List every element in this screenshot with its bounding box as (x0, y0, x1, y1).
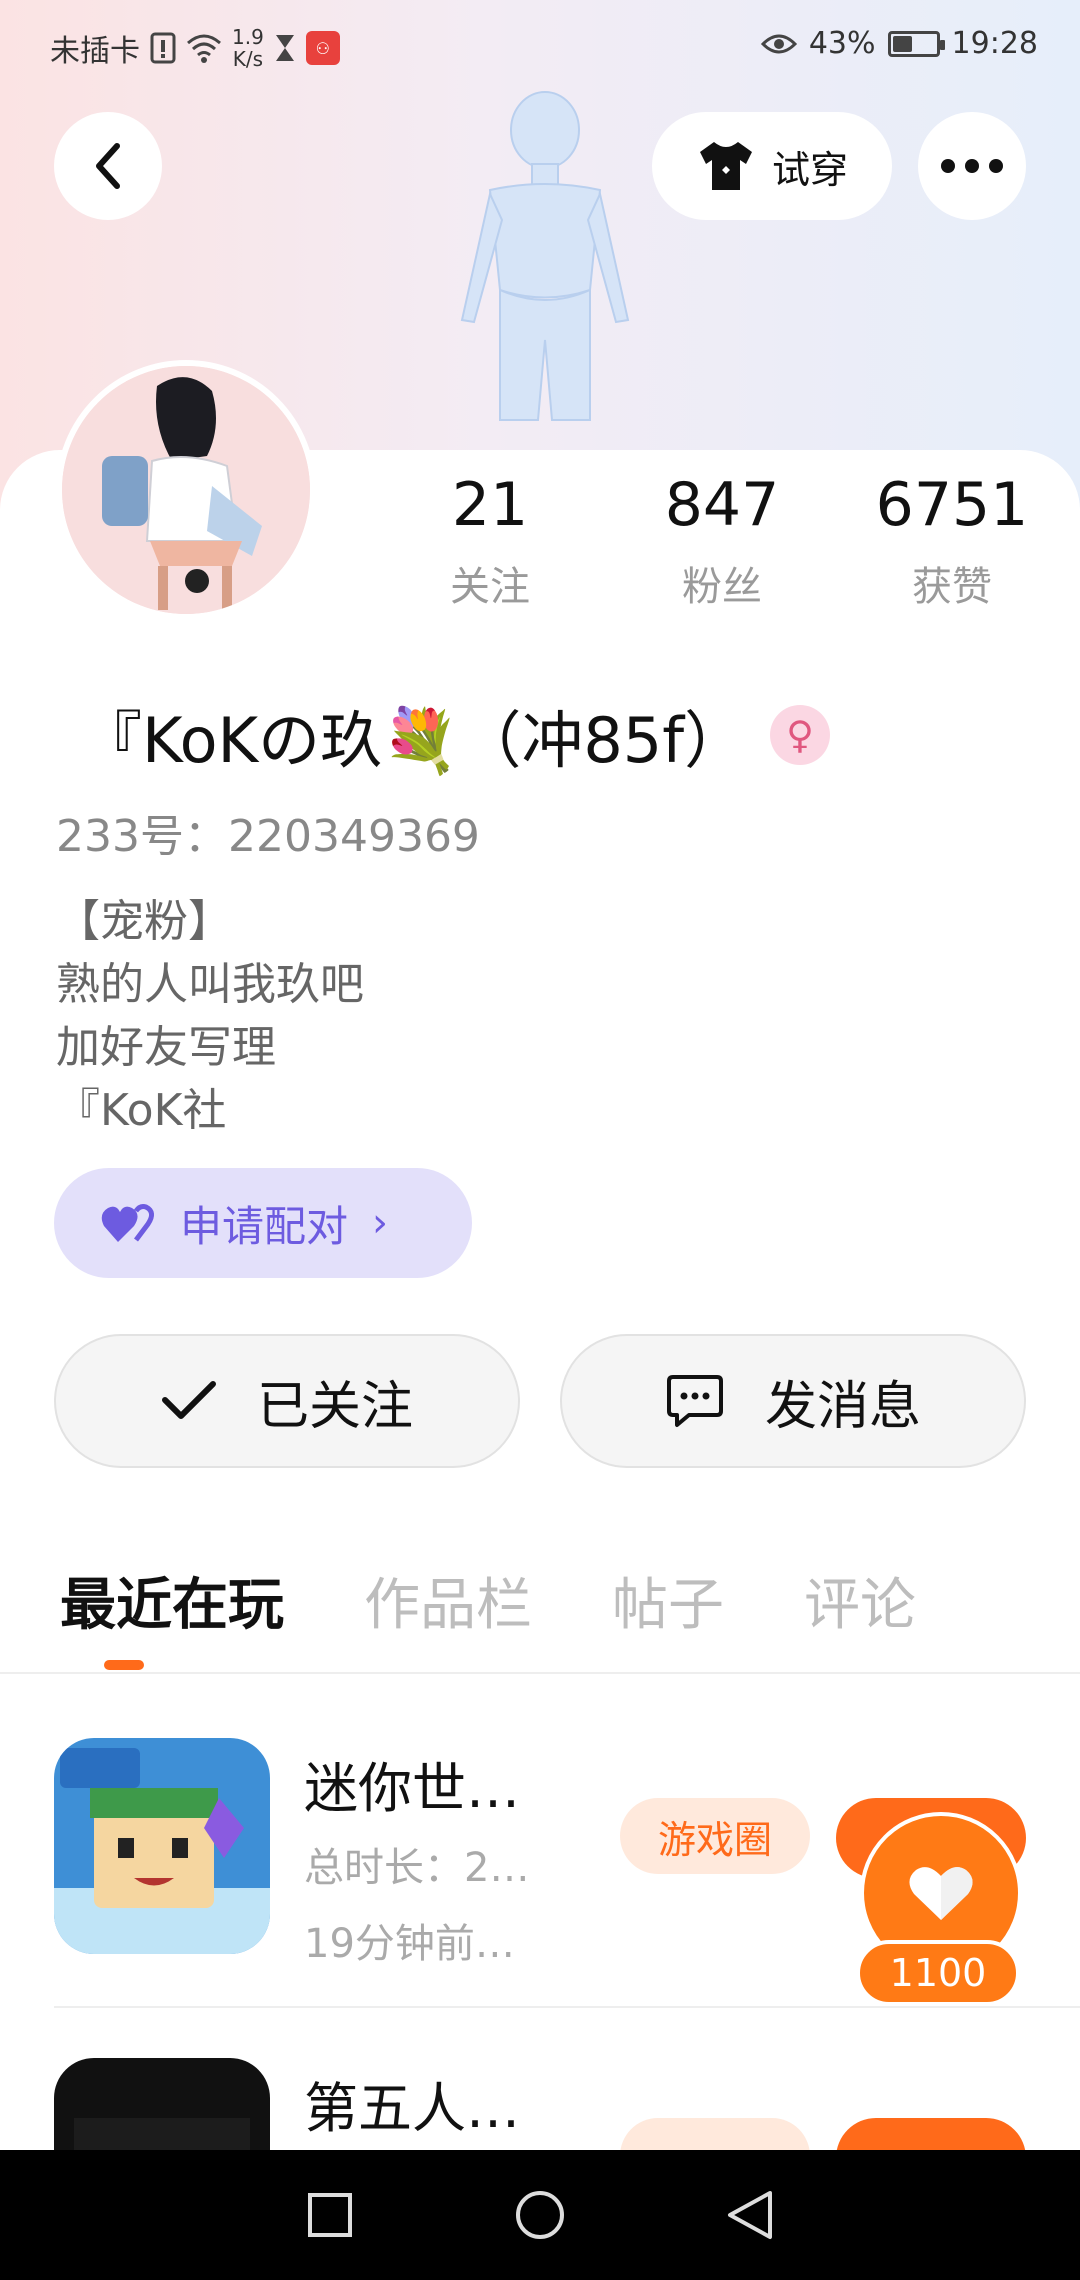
back-nav-icon[interactable] (726, 2189, 774, 2241)
status-bar: 未插卡 1.9 K/s ⚇ 43% 19:28 (0, 0, 1080, 92)
bio-line: 【宠粉】 (56, 896, 232, 947)
bio-line: 熟的人叫我玖吧 (56, 959, 364, 1010)
user-avatar[interactable] (56, 360, 316, 620)
chat-bubble-icon (666, 1375, 723, 1427)
back-button[interactable] (54, 112, 162, 220)
bio-line: 『KoK社 (56, 1085, 227, 1136)
send-message-label: 发消息 (764, 1376, 921, 1437)
like-count: 1100 (856, 1940, 1020, 2006)
chevron-left-icon (96, 143, 120, 189)
stat-likes-label: 获赞 (912, 564, 992, 610)
gender-female-icon: ♀ (770, 705, 831, 765)
more-dots-icon (941, 159, 1003, 173)
game-last-played: 19分钟前… (304, 1921, 515, 1967)
chevron-right-icon: › (372, 1200, 389, 1246)
speed-unit: K/s (232, 47, 264, 71)
stat-following-label: 关注 (450, 564, 530, 610)
double-heart-icon (101, 1204, 154, 1242)
status-left: 未插卡 1.9 K/s ⚇ (50, 26, 340, 70)
tshirt-icon (699, 142, 752, 190)
wifi-icon (187, 34, 221, 63)
game-total-time: 总时长：2… (304, 1845, 530, 1891)
system-nav-bar (0, 2150, 1080, 2280)
user-bio: 【宠粉】 熟的人叫我玖吧 加好友写理 『KoK社 (56, 890, 364, 1142)
stat-fans[interactable]: 847 粉丝 (622, 470, 822, 612)
stat-following[interactable]: 21 关注 (390, 470, 590, 612)
user-name: 『KoKの玖💐（冲85f） (80, 704, 747, 777)
try-on-button[interactable]: 试穿 (652, 112, 892, 220)
tab-comments[interactable]: 评论 (804, 1560, 916, 1650)
avatar-figure-illustration (460, 91, 630, 421)
stat-likes[interactable]: 6751 获赞 (852, 470, 1052, 612)
game-title: 第五人… (304, 2077, 520, 2140)
clock: 19:28 (951, 26, 1038, 61)
profile-tabs: 最近在玩 作品栏 帖子 评论 (60, 1560, 1040, 1650)
heart-icon (909, 1867, 973, 1920)
name-row: 『KoKの玖💐（冲85f） ♀ (80, 690, 831, 780)
network-speed: 1.9 K/s (232, 26, 264, 70)
game-icon-mini-world (54, 1738, 270, 1954)
home-icon[interactable] (514, 2189, 566, 2241)
eye-icon (760, 34, 797, 53)
tab-recently-played[interactable]: 最近在玩 (60, 1560, 284, 1650)
app-notification-icon: ⚇ (305, 31, 340, 65)
stat-likes-value: 6751 (875, 470, 1029, 540)
stat-fans-label: 粉丝 (682, 564, 762, 610)
game-meta: 总时长：2… 19分钟前… (304, 1830, 529, 1982)
carrier-text: 未插卡 (50, 34, 140, 69)
user-id: 233号：220349369 (56, 811, 480, 862)
tab-works[interactable]: 作品栏 (364, 1560, 532, 1650)
bio-line: 加好友写理 (56, 1022, 276, 1073)
stat-following-value: 21 (451, 470, 529, 540)
followed-button[interactable]: 已关注 (54, 1334, 520, 1468)
avatar-illustration (62, 366, 310, 614)
sim-alert-icon (150, 32, 176, 64)
more-button[interactable] (918, 112, 1026, 220)
tab-posts[interactable]: 帖子 (612, 1560, 724, 1650)
game-circle-button[interactable]: 游戏圈 (620, 1798, 810, 1874)
stat-fans-value: 847 (664, 470, 780, 540)
try-on-label: 试穿 (771, 147, 848, 192)
send-message-button[interactable]: 发消息 (560, 1334, 1026, 1468)
speed-value: 1.9 (232, 25, 264, 49)
battery-percent: 43% (808, 26, 876, 61)
recent-apps-icon[interactable] (306, 2191, 354, 2239)
battery-icon (887, 30, 945, 57)
apply-pair-button[interactable]: 申请配对 › (54, 1168, 472, 1278)
check-icon (161, 1381, 216, 1419)
tabs-divider (0, 1672, 1080, 1674)
apply-pair-label: 申请配对 (180, 1201, 349, 1251)
active-tab-indicator (104, 1660, 144, 1670)
followed-label: 已关注 (256, 1376, 413, 1437)
battery-fill (892, 35, 913, 52)
game-title: 迷你世… (304, 1757, 520, 1820)
floating-like-widget[interactable]: 1100 (856, 1812, 1026, 2012)
hourglass-icon (275, 35, 294, 61)
status-right: 43% 19:28 (760, 26, 1038, 61)
